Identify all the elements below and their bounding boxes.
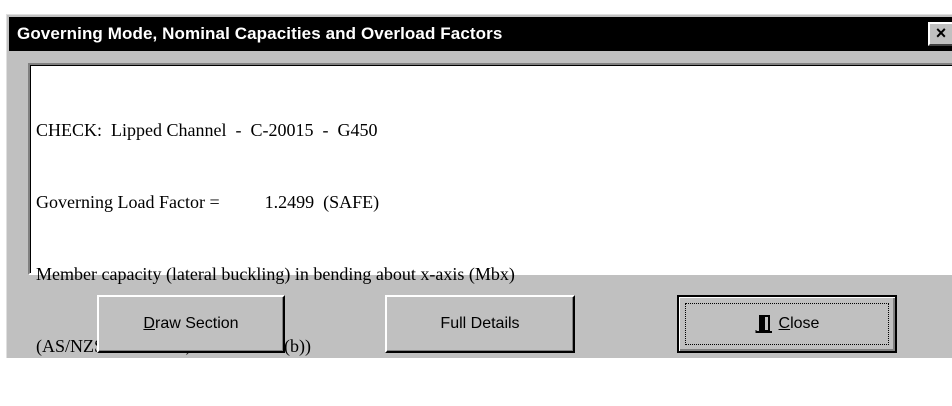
close-icon: ×	[935, 23, 947, 43]
dialog-title: Governing Mode, Nominal Capacities and O…	[17, 24, 503, 43]
draw-section-button[interactable]: Draw Section	[97, 295, 285, 353]
dialog-window: Governing Mode, Nominal Capacities and O…	[6, 14, 952, 358]
full-details-label: Full Details	[440, 315, 520, 332]
close-button[interactable]: Close	[677, 295, 897, 353]
focus-rectangle	[685, 303, 889, 345]
full-details-button[interactable]: Full Details	[385, 295, 575, 353]
title-close-button[interactable]: ×	[928, 22, 952, 46]
draw-section-label: Draw Section	[143, 315, 239, 332]
results-textbox[interactable]: CHECK: Lipped Channel - C-20015 - G450 G…	[28, 63, 952, 356]
result-line-load-factor: Governing Load Factor = 1.2499 (SAFE)	[36, 192, 380, 212]
result-line-check: CHECK: Lipped Channel - C-20015 - G450	[36, 120, 378, 140]
result-line-capacity: Member capacity (lateral buckling) in be…	[36, 264, 515, 284]
title-bar[interactable]: Governing Mode, Nominal Capacities and O…	[9, 17, 952, 51]
